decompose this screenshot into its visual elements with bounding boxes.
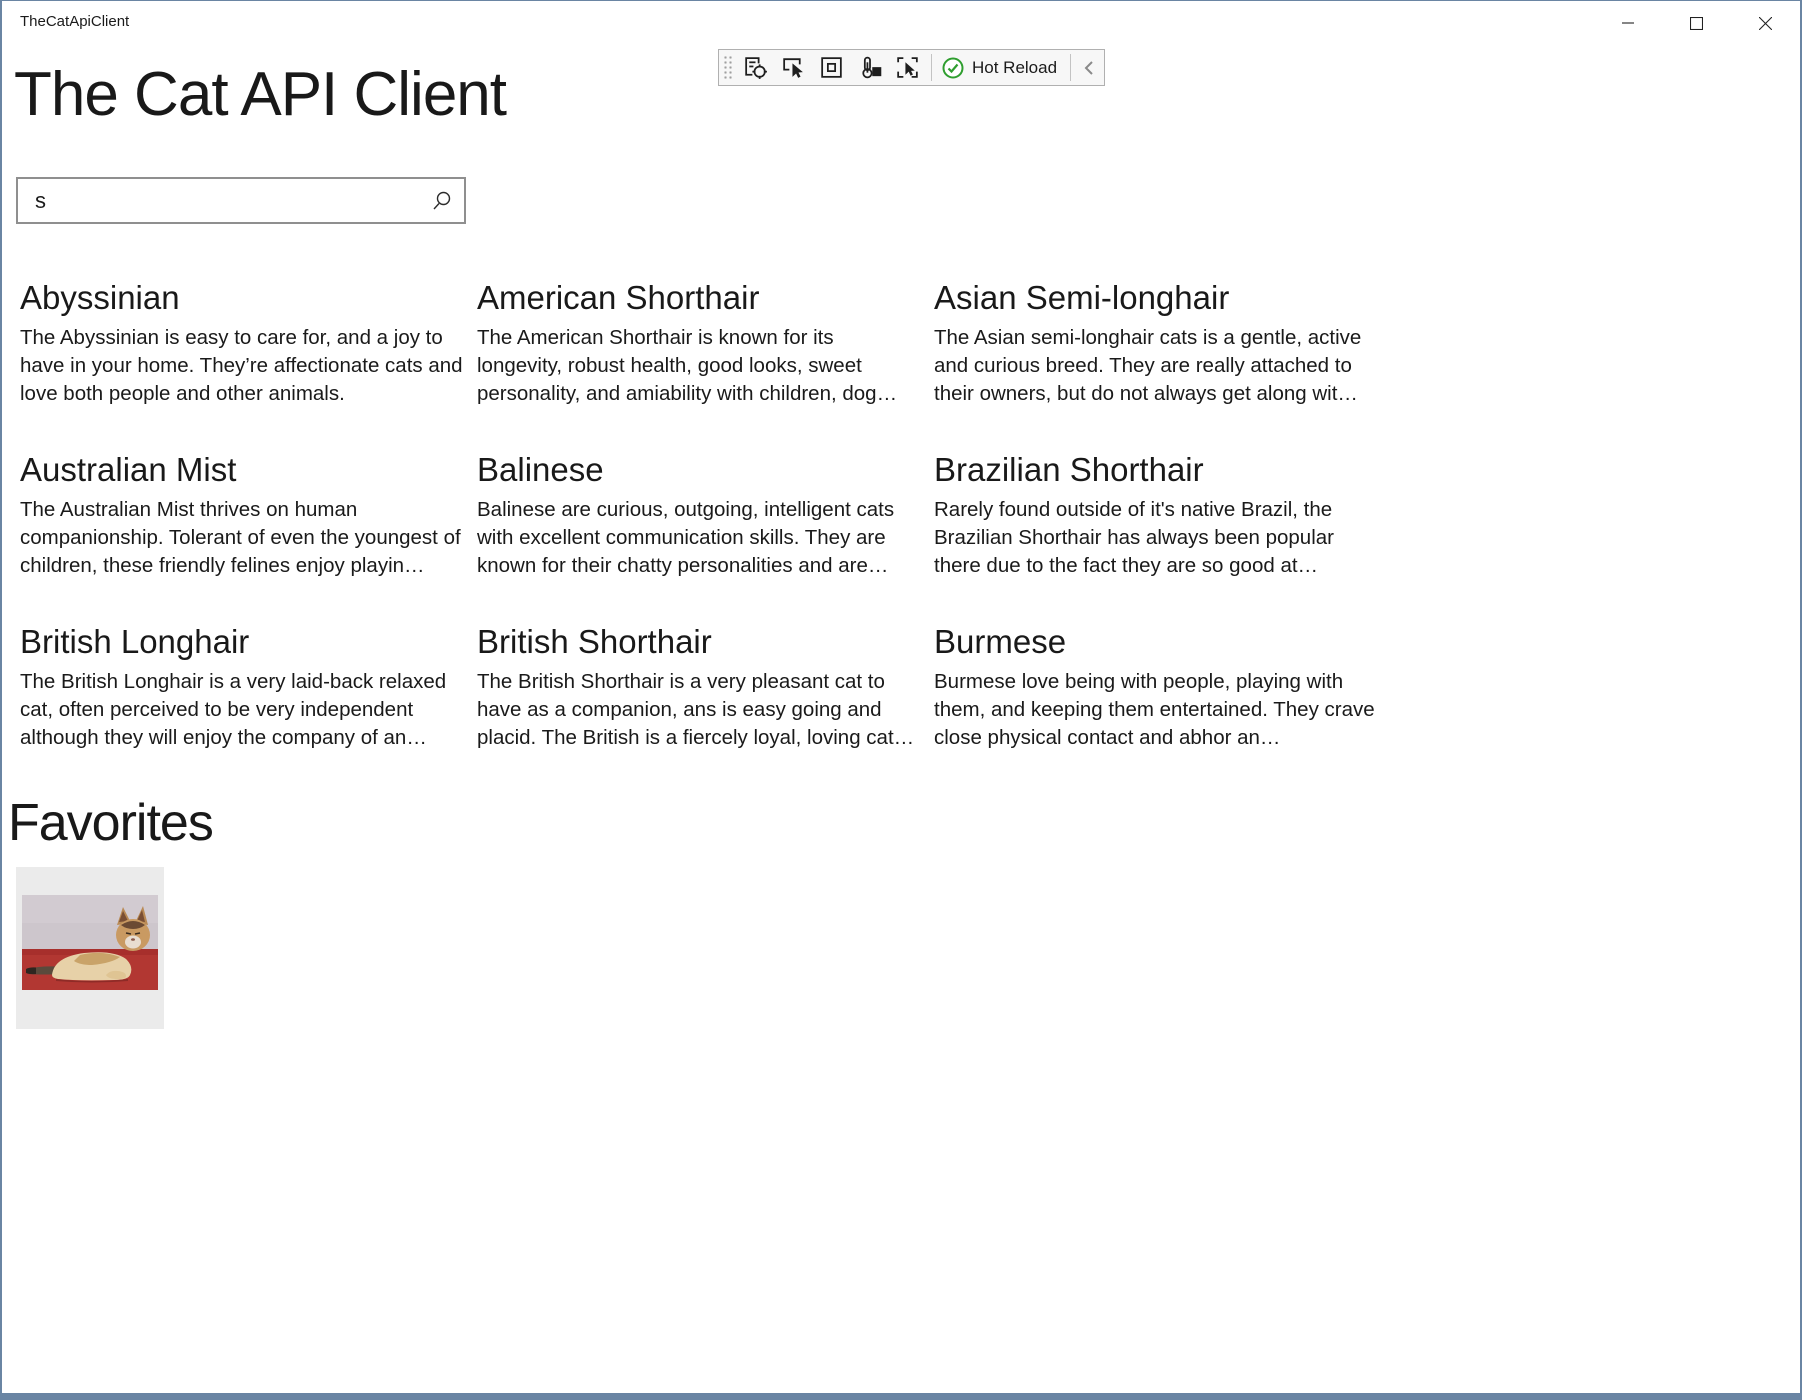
page-title: The Cat API Client — [14, 59, 506, 130]
favorites-heading: Favorites — [8, 793, 213, 853]
chevron-left-icon — [1083, 60, 1095, 76]
breed-name: American Shorthair — [477, 277, 923, 318]
window-controls — [1593, 1, 1800, 45]
close-button[interactable] — [1731, 1, 1800, 45]
enable-selection-icon — [780, 54, 807, 81]
toolbar-separator — [931, 54, 932, 81]
breed-item-balinese[interactable]: Balinese Balinese are curious, outgoing,… — [477, 449, 923, 579]
breed-name: British Longhair — [20, 621, 466, 662]
hot-reload-check-icon — [942, 57, 964, 79]
track-focused-element-button[interactable] — [888, 52, 926, 83]
breed-description: The British Shorthair is a very pleasant… — [477, 668, 923, 751]
app-window: TheCatApiClient — [0, 0, 1802, 1400]
breed-item-abyssinian[interactable]: Abyssinian The Abyssinian is easy to car… — [20, 277, 466, 407]
breed-name: Burmese — [934, 621, 1380, 662]
breed-description: Rarely found outside of it's native Braz… — [934, 496, 1380, 579]
minimize-button[interactable] — [1593, 1, 1662, 45]
search-input[interactable] — [18, 179, 420, 222]
maximize-icon — [1690, 17, 1703, 30]
search-button[interactable] — [420, 179, 464, 222]
breed-description: Burmese love being with people, playing … — [934, 668, 1380, 751]
breed-item-burmese[interactable]: Burmese Burmese love being with people, … — [934, 621, 1380, 751]
display-layout-adorners-button[interactable] — [812, 52, 850, 83]
toolbar-grip[interactable] — [722, 54, 733, 81]
collapse-toolbar-button[interactable] — [1076, 52, 1102, 83]
toolbar-separator — [1070, 54, 1071, 81]
hot-reload-indicator[interactable]: Hot Reload — [937, 57, 1065, 79]
breed-description: Balinese are curious, outgoing, intellig… — [477, 496, 923, 579]
minimize-icon — [1622, 17, 1634, 29]
breed-name: Balinese — [477, 449, 923, 490]
search-icon — [431, 190, 453, 212]
maximize-button[interactable] — [1662, 1, 1731, 45]
breed-name: Australian Mist — [20, 449, 466, 490]
diagnostics-button[interactable] — [850, 52, 888, 83]
breed-name: British Shorthair — [477, 621, 923, 662]
hot-reload-label: Hot Reload — [972, 58, 1057, 78]
breed-name: Abyssinian — [20, 277, 466, 318]
breed-description: The British Longhair is a very laid-back… — [20, 668, 466, 751]
breed-description: The Australian Mist thrives on human com… — [20, 496, 466, 579]
cat-photo — [22, 895, 158, 990]
breed-item-australian-mist[interactable]: Australian Mist The Australian Mist thri… — [20, 449, 466, 579]
close-icon — [1759, 17, 1772, 30]
titlebar[interactable]: TheCatApiClient — [2, 1, 1800, 45]
breed-description: The Abyssinian is easy to care for, and … — [20, 324, 466, 407]
debug-toolbar: Hot Reload — [718, 49, 1105, 86]
enable-selection-button[interactable] — [774, 52, 812, 83]
breed-description: The American Shorthair is known for its … — [477, 324, 923, 407]
track-focused-element-icon — [894, 54, 921, 81]
breed-item-american-shorthair[interactable]: American Shorthair The American Shorthai… — [477, 277, 923, 407]
favorite-item[interactable] — [16, 867, 164, 1029]
window-title: TheCatApiClient — [20, 13, 129, 30]
live-visual-tree-icon — [742, 54, 769, 81]
breed-item-british-longhair[interactable]: British Longhair The British Longhair is… — [20, 621, 466, 751]
thermometer-icon — [856, 54, 883, 81]
breed-description: The Asian semi-longhair cats is a gentle… — [934, 324, 1380, 407]
breed-name: Asian Semi-longhair — [934, 277, 1380, 318]
breed-item-brazilian-shorthair[interactable]: Brazilian Shorthair Rarely found outside… — [934, 449, 1380, 579]
breed-name: Brazilian Shorthair — [934, 449, 1380, 490]
display-layout-adorners-icon — [818, 54, 845, 81]
live-visual-tree-button[interactable] — [736, 52, 774, 83]
breed-item-asian-semi-longhair[interactable]: Asian Semi-longhair The Asian semi-longh… — [934, 277, 1380, 407]
search-box — [16, 177, 466, 224]
breed-item-british-shorthair[interactable]: British Shorthair The British Shorthair … — [477, 621, 923, 751]
breed-list: Abyssinian The Abyssinian is easy to car… — [20, 277, 1400, 751]
